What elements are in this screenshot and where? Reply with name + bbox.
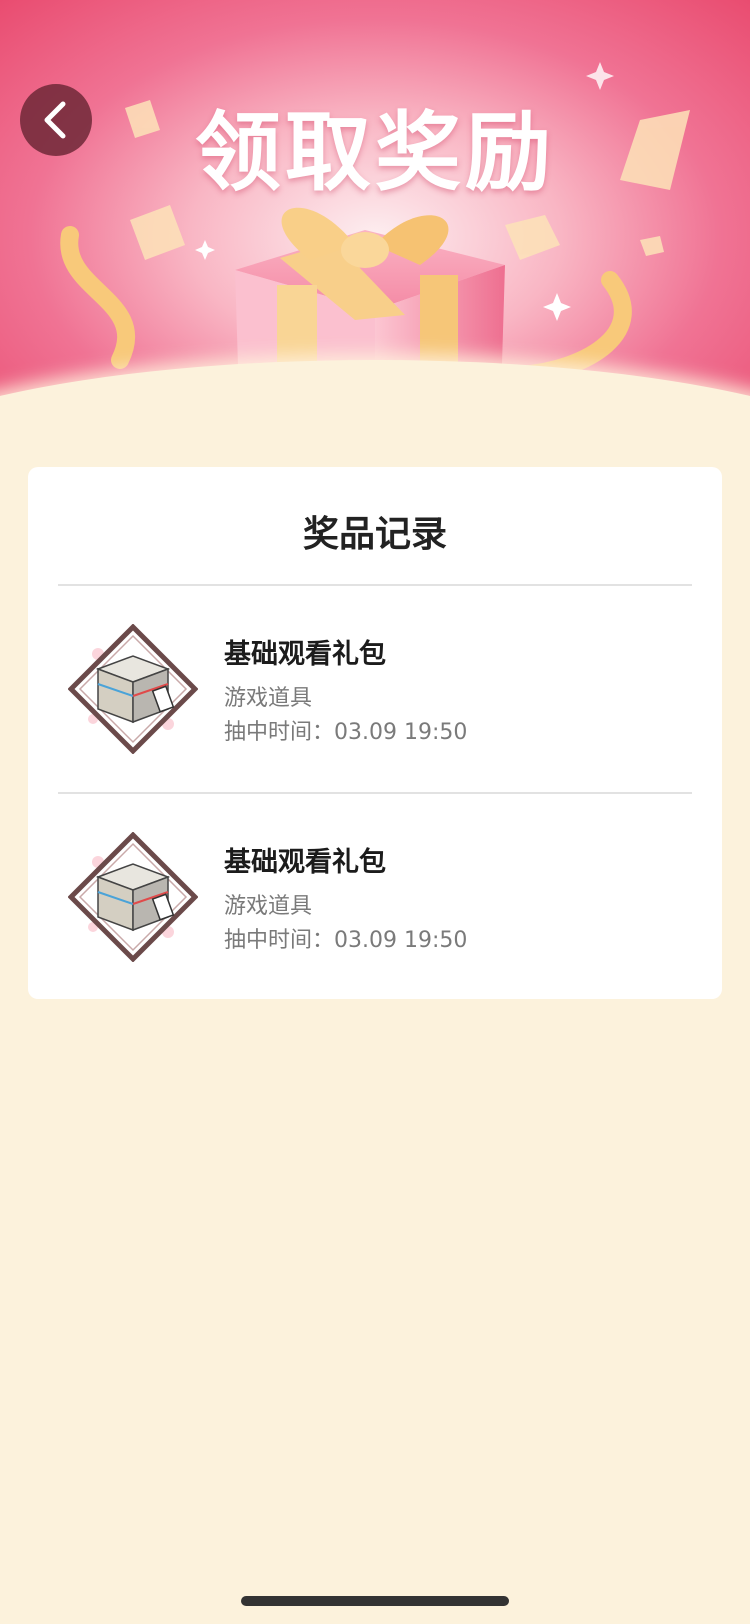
page-title: 领取奖励 xyxy=(195,103,555,203)
prize-name: 基础观看礼包 xyxy=(224,639,386,670)
draw-time-label: 抽中时间： xyxy=(224,720,335,745)
prize-records-card: 奖品记录 基础观看礼包 游戏道具 抽中时间：03.09 19:50 基础观看礼包… xyxy=(28,467,722,999)
prize-type: 游戏道具 xyxy=(224,894,313,919)
prize-draw-time: 抽中时间：03.09 19:50 xyxy=(224,922,467,954)
prize-draw-time: 抽中时间：03.09 19:50 xyxy=(224,714,467,746)
draw-time-value: 03.09 19:50 xyxy=(334,720,468,745)
draw-time-value: 03.09 19:50 xyxy=(334,928,468,953)
draw-time-label: 抽中时间： xyxy=(224,928,335,953)
prize-type: 游戏道具 xyxy=(224,686,313,711)
gift-pack-icon xyxy=(68,624,198,754)
prize-record-item[interactable]: 基础观看礼包 游戏道具 抽中时间：03.09 19:50 xyxy=(28,584,722,754)
home-indicator[interactable] xyxy=(241,1596,509,1606)
prize-name: 基础观看礼包 xyxy=(224,847,386,878)
prize-record-item[interactable]: 基础观看礼包 游戏道具 抽中时间：03.09 19:50 xyxy=(28,792,722,962)
hero-banner: 领取奖励 xyxy=(0,0,750,430)
gift-pack-icon xyxy=(68,832,198,962)
card-title: 奖品记录 xyxy=(302,514,447,555)
